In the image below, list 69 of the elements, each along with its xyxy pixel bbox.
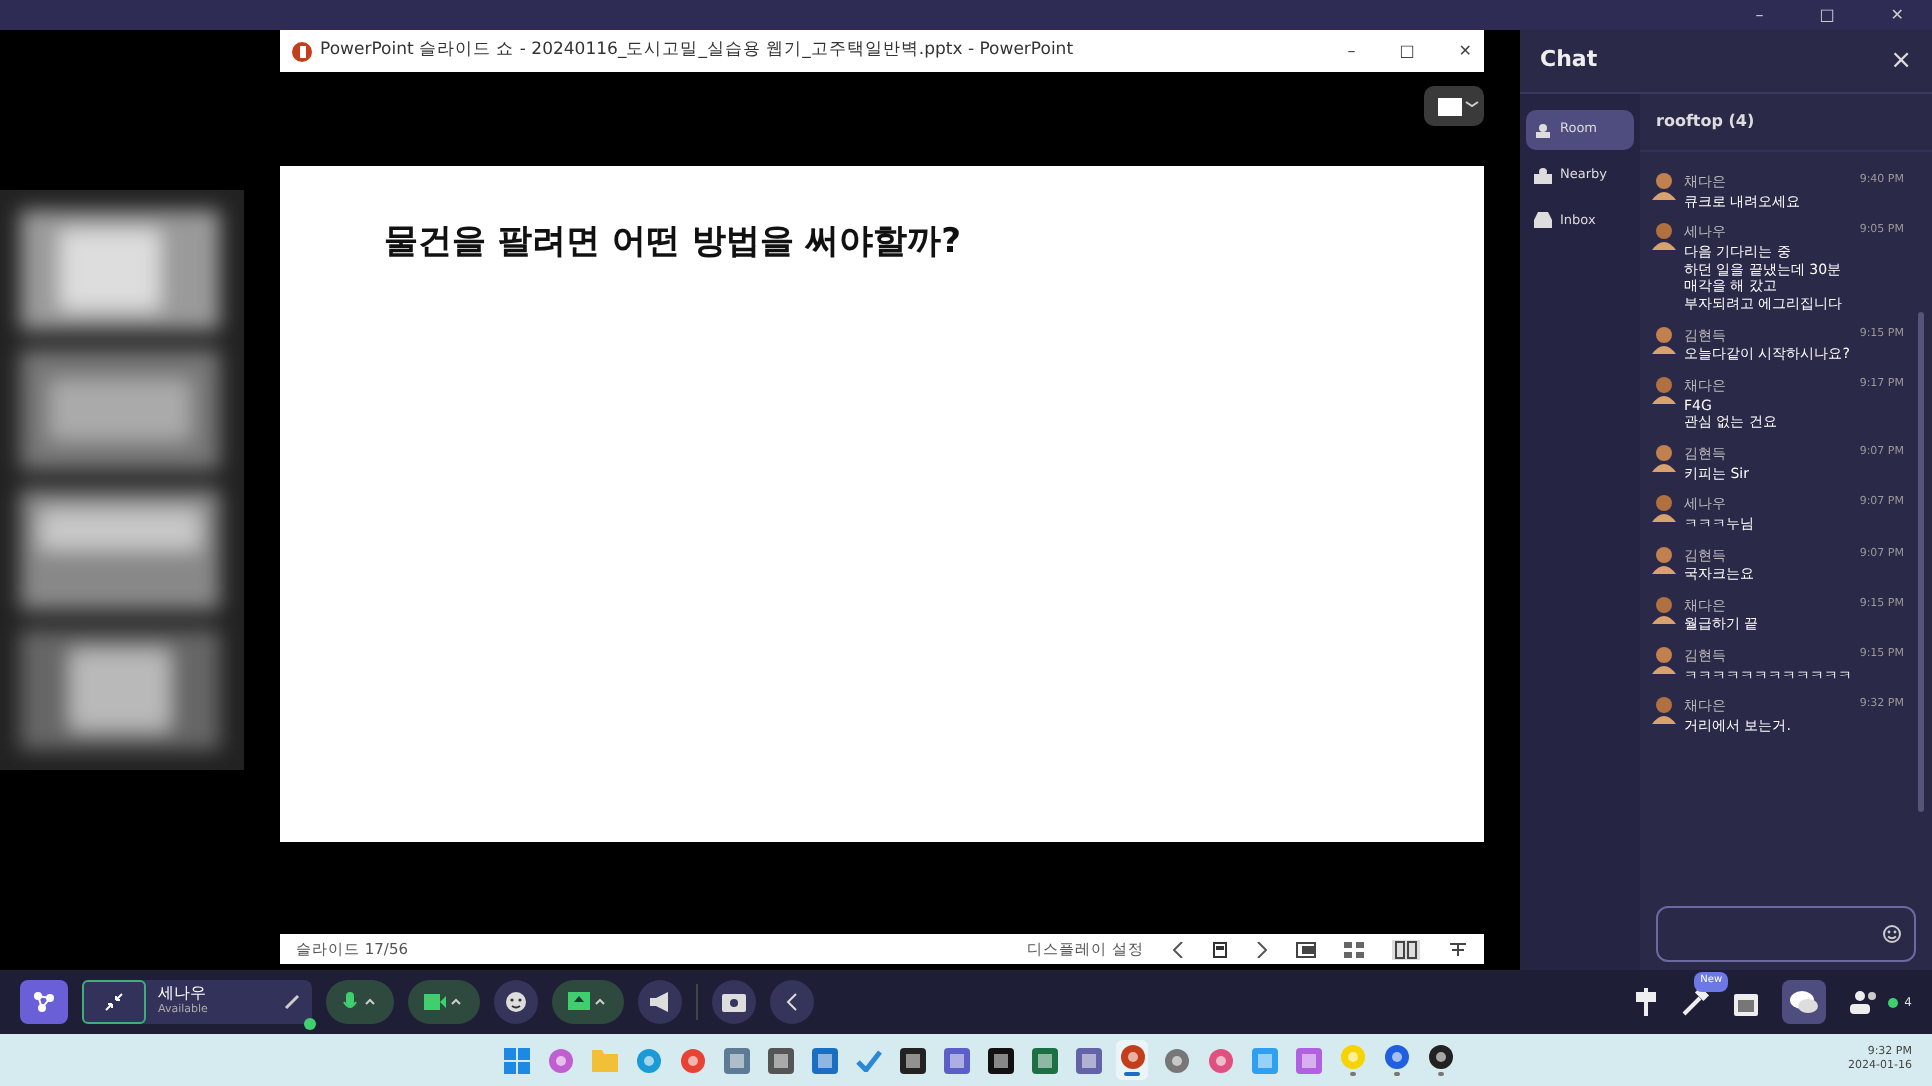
chevron-left-icon [786,992,798,1012]
slide-menu-icon[interactable] [1212,941,1228,957]
avatar [1652,172,1676,200]
slide-sorter-icon[interactable] [1344,941,1364,957]
megaphone-button[interactable] [638,980,682,1024]
previous-icon[interactable] [1172,941,1184,957]
app-icon [1251,1047,1277,1073]
chat-button[interactable] [1782,980,1827,1024]
screen-share-button[interactable] [552,980,624,1024]
avatar [1652,545,1676,573]
megaphone-icon [648,992,672,1012]
calendar-icon [1734,989,1759,1015]
taskbar-button[interactable] [1424,1040,1456,1080]
maximize-button[interactable]: □ [1819,3,1835,27]
emoji-icon[interactable] [1882,924,1902,944]
avatar [1652,376,1676,404]
microphone-icon [342,992,378,1012]
microphone-button[interactable] [326,980,394,1024]
minimize-button[interactable]: – [1755,3,1764,27]
online-dot-icon [1888,997,1899,1007]
minimize-button[interactable]: – [1347,39,1356,63]
circle-app-icon [1383,1044,1409,1070]
avatar [1652,494,1676,523]
next-icon[interactable] [1256,941,1268,957]
folder-icon [591,1048,617,1072]
scrollbar[interactable] [1918,312,1924,812]
close-button[interactable]: ✕ [1890,3,1904,27]
square-app-icon [1295,1047,1321,1073]
screen-share-icon [568,992,608,1012]
camera-icon [722,992,746,1012]
camera-flip-button[interactable] [712,980,756,1024]
video-camera-icon [424,992,464,1012]
slideshow-icon[interactable] [1448,941,1468,957]
avatar [1652,444,1676,472]
window-title: PowerPoint 슬라이드 쇼 - 20240116_도시고밀_실습용 웹기_고주택일반벽.pptx - PowerPoint [320,38,1074,64]
normal-view-icon[interactable] [1296,941,1316,957]
room-name: rooftop (4) [1640,94,1932,152]
avatar [1652,646,1676,674]
smiley-icon [504,990,528,1014]
close-button[interactable]: ✕ [1458,39,1472,63]
message-input[interactable] [1656,906,1916,962]
camera-button[interactable] [408,980,480,1024]
status-dot [304,1018,316,1030]
signpost-icon [1634,988,1659,1016]
reading-view-icon[interactable] [1392,939,1420,959]
signpost-button[interactable] [1634,988,1659,1016]
edit-icon[interactable] [284,994,300,1010]
check-icon [855,1049,881,1071]
close-button[interactable]: × [1890,48,1912,74]
windows-icon [503,1047,529,1073]
group-icon [1534,167,1552,184]
chat-bubbles-icon [1790,990,1819,1014]
avatar [1652,595,1676,624]
maximize-button[interactable]: □ [1399,39,1415,63]
panel-title: Chat [1540,44,1598,77]
avatar [1652,696,1676,725]
apps-button[interactable] [20,980,68,1024]
camera-overlay-icon[interactable] [1424,86,1484,126]
emoji-button[interactable] [494,980,538,1024]
collapse-button[interactable] [770,980,814,1024]
user-name: 세나우 [158,985,208,1002]
minimize-icon[interactable] [104,992,124,1012]
slide-title: 물건을 팔려면 어떤 방법을 써야할까? [384,219,964,265]
inbox-icon [1534,212,1552,229]
network-icon [32,990,56,1014]
avatar [1652,222,1676,251]
avatar [1652,325,1676,354]
calendar-button[interactable] [1734,989,1759,1015]
people-icon [1534,121,1552,138]
